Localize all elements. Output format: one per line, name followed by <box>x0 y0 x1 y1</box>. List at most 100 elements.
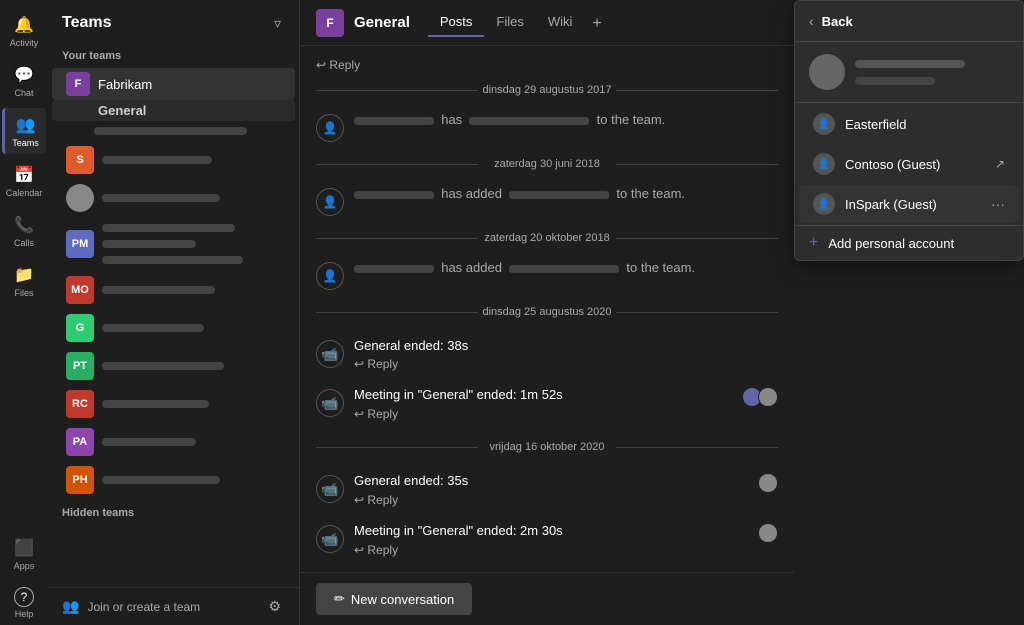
meeting-title-2: Meeting in "General" ended: 1m 52s <box>354 387 563 402</box>
add-tab-button[interactable]: + <box>584 11 609 37</box>
files-icon: 📁 <box>13 264 35 286</box>
reply-link-1[interactable]: ↩ Reply <box>354 357 778 371</box>
date-separator-6: zaterdag 17 oktober 2020 <box>316 569 778 572</box>
team-pm-bar2 <box>102 240 196 248</box>
sidebar-item-chat[interactable]: 💬 Chat <box>2 58 46 104</box>
add-account-icon: + <box>809 234 818 252</box>
system-text-3: has added to the team. <box>354 260 778 275</box>
meeting-msg-1: 📹 General ended: 38s ↩ Reply <box>316 330 778 379</box>
sys-action-2 <box>509 191 609 199</box>
fabrikam-name: Fabrikam <box>98 77 267 92</box>
tab-wiki[interactable]: Wiki <box>536 8 585 37</box>
team-pa-content <box>102 436 259 448</box>
reply-link-2[interactable]: ↩ Reply <box>354 407 778 421</box>
meeting-avatars-2 <box>742 387 778 407</box>
calendar-icon: 📅 <box>13 164 35 186</box>
system-message-2: 👤 has added to the team. <box>316 182 778 220</box>
meeting-row-4: Meeting in "General" ended: 2m 30s <box>354 523 778 543</box>
meeting-avatar-2b <box>758 387 778 407</box>
sidebar-item-calls-label: Calls <box>14 238 34 248</box>
account-email-bar <box>855 77 935 85</box>
system-message-3: 👤 has added to the team. <box>316 256 778 294</box>
sidebar-item-apps-label: Apps <box>14 561 35 571</box>
sidebar-item-files[interactable]: 📁 Files <box>2 258 46 304</box>
sidebar-item-activity[interactable]: 🔔 Activity <box>2 8 46 54</box>
system-text-1: has to the team. <box>354 112 778 127</box>
team-pt[interactable]: PT ··· <box>52 347 295 385</box>
account-easterfield-name: Easterfield <box>845 117 1005 132</box>
account-inspark-more-button[interactable]: ··· <box>991 196 1005 212</box>
join-team-icon: 👥 <box>62 598 79 615</box>
meeting-icon-1: 📹 <box>316 340 344 368</box>
account-contoso-name: Contoso (Guest) <box>845 157 985 172</box>
account-easterfield[interactable]: 👤 Easterfield <box>799 105 1019 143</box>
team-g[interactable]: G ··· <box>52 309 295 347</box>
activity-icon: 🔔 <box>13 14 35 36</box>
team-rc-avatar: RC <box>66 390 94 418</box>
reply-link-4[interactable]: ↩ Reply <box>354 543 778 557</box>
team-mo[interactable]: MO ··· <box>52 271 295 309</box>
reply-link-top[interactable]: ↩ Reply <box>316 58 778 72</box>
settings-button[interactable]: ⚙ <box>264 596 285 617</box>
channel-tabs: Posts Files Wiki + <box>428 8 610 37</box>
join-team-label[interactable]: Join or create a team <box>87 600 256 614</box>
team-ph[interactable]: PH ··· <box>52 461 295 499</box>
tab-posts[interactable]: Posts <box>428 8 485 37</box>
fabrikam-avatar: F <box>66 72 90 96</box>
team-g-avatar: G <box>66 314 94 342</box>
channel-general[interactable]: General <box>52 100 295 121</box>
hidden-teams-label: Hidden teams <box>48 499 299 523</box>
teams-panel: Teams ▿ Your teams F Fabrikam ··· Genera… <box>48 0 300 625</box>
new-conversation-button[interactable]: ✏ New conversation <box>316 583 472 615</box>
team-mo-bar <box>102 286 215 294</box>
account-easterfield-icon: 👤 <box>813 113 835 135</box>
sidebar-item-help[interactable]: ? Help <box>2 581 46 625</box>
meeting-msg-4: 📹 Meeting in "General" ended: 2m 30s ↩ R… <box>316 515 778 565</box>
account-back-button[interactable]: ‹ <box>809 13 814 29</box>
tab-files[interactable]: Files <box>484 8 535 37</box>
account-dropdown-header: ‹ Back <box>795 1 1023 42</box>
channel-placeholder-1 <box>94 127 247 135</box>
team-generic[interactable]: ··· <box>52 179 295 217</box>
meeting-msg-3: 📹 General ended: 35s ↩ Reply <box>316 465 778 515</box>
team-fabrikam[interactable]: F Fabrikam ··· <box>52 68 295 100</box>
team-s-bar <box>102 156 212 164</box>
sidebar-item-teams-label: Teams <box>12 138 39 148</box>
reply-link-3[interactable]: ↩ Reply <box>354 493 778 507</box>
account-user-info <box>855 58 1009 87</box>
sidebar-item-calendar[interactable]: 📅 Calendar <box>2 158 46 204</box>
account-inspark[interactable]: 👤 InSpark (Guest) ··· <box>799 185 1019 223</box>
calls-icon: 📞 <box>13 214 35 236</box>
team-pa[interactable]: PA ··· <box>52 423 295 461</box>
sidebar-item-calls[interactable]: 📞 Calls <box>2 208 46 254</box>
meeting-title-1: General ended: 38s <box>354 338 468 353</box>
meeting-title-3: General ended: 35s <box>354 473 468 488</box>
sidebar-nav: 🔔 Activity 💬 Chat 👥 Teams 📅 Calendar 📞 C… <box>0 0 48 625</box>
team-pm-bar1 <box>102 224 235 232</box>
sys-action-3 <box>509 265 619 273</box>
team-s[interactable]: S ··· <box>52 141 295 179</box>
new-conversation-label: New conversation <box>351 592 454 607</box>
team-generic-avatar <box>66 184 94 212</box>
team-generic-bar <box>102 194 220 202</box>
account-inspark-icon: 👤 <box>813 193 835 215</box>
sidebar-item-apps[interactable]: ⬛ Apps <box>2 531 46 577</box>
channel-general-name: General <box>98 103 281 118</box>
sidebar-item-teams[interactable]: 👥 Teams <box>2 108 46 154</box>
meeting-avatars-3 <box>758 473 778 493</box>
team-pm[interactable]: PM ··· <box>52 217 295 271</box>
filter-button[interactable]: ▿ <box>270 13 285 34</box>
meeting-icon-3: 📹 <box>316 475 344 503</box>
team-rc[interactable]: RC ··· <box>52 385 295 423</box>
account-contoso[interactable]: 👤 Contoso (Guest) ↗ <box>799 145 1019 183</box>
team-rc-bar <box>102 400 209 408</box>
sys-name-3 <box>354 265 434 273</box>
account-name-bar <box>855 60 965 68</box>
panel-footer: 👥 Join or create a team ⚙ <box>48 587 299 625</box>
account-contoso-external-icon: ↗ <box>995 157 1005 171</box>
sys-name-2 <box>354 191 434 199</box>
apps-icon: ⬛ <box>13 537 35 559</box>
meeting-title-4: Meeting in "General" ended: 2m 30s <box>354 523 563 538</box>
sidebar-item-calendar-label: Calendar <box>6 188 43 198</box>
add-account-item[interactable]: + Add personal account <box>795 225 1023 260</box>
